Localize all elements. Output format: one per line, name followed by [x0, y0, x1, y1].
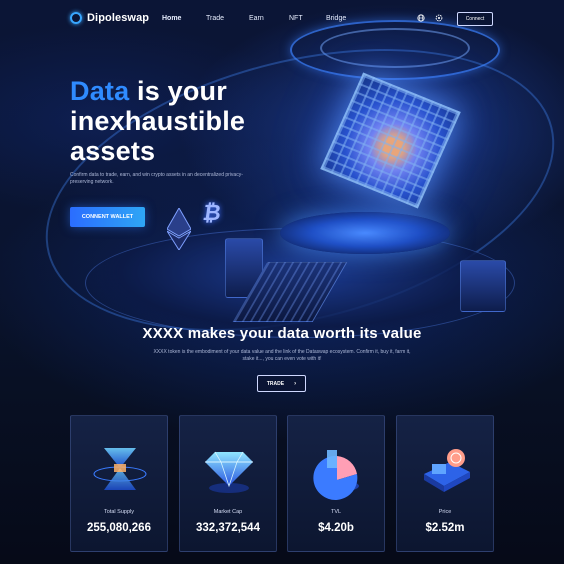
brand-logo[interactable]: Dipoleswap [70, 12, 149, 24]
hero-title-line3: assets [70, 136, 156, 166]
ring-logo-icon [70, 12, 82, 24]
section-subtitle: XXXX token is the embodiment of your dat… [153, 349, 411, 362]
stat-value: 255,080,266 [87, 522, 151, 534]
cube-pedestal-icon [280, 212, 450, 254]
trade-button-label: TRADE [266, 380, 285, 387]
tower-right-icon [460, 260, 506, 312]
nav-item-nft[interactable]: NFT [289, 15, 303, 22]
hero-subtitle: Confirm data to trade, earn, and win cry… [70, 172, 243, 185]
ethereum-icon [167, 208, 191, 250]
chevron-right-icon: › [294, 380, 297, 387]
stat-label: Price [438, 509, 452, 515]
nav-item-home[interactable]: Home [162, 15, 181, 22]
stat-label: Market Cap [213, 509, 243, 515]
section-title: XXXX makes your data worth its value [142, 325, 422, 342]
stat-card-tvl: TVL $4.20b [287, 415, 385, 552]
landing-page: ₿ Dipoleswap Home Trade Earn NFT Bridge … [0, 0, 564, 564]
connect-wallet-button[interactable]: CONNENT WALLET [70, 207, 145, 227]
pie-chart-icon [313, 450, 359, 500]
hero-title-line1: is your [129, 76, 227, 106]
nav-item-trade[interactable]: Trade [206, 15, 224, 22]
coin-stack-icon [424, 449, 470, 492]
trade-button[interactable]: TRADE › [257, 375, 306, 392]
globe-icon[interactable] [416, 13, 426, 23]
nav-item-bridge[interactable]: Bridge [326, 15, 346, 22]
stat-value: 332,372,544 [196, 522, 260, 534]
stat-label: Total Supply [104, 509, 134, 515]
brand-name: Dipoleswap [87, 12, 150, 24]
hero-title-line2: inexhaustible [70, 106, 246, 136]
stat-card-market-cap: Market Cap 332,372,544 [179, 415, 277, 552]
stat-label: TVL [330, 509, 342, 515]
hero-title-accent: Data [70, 76, 130, 106]
diamond-icon [205, 451, 253, 493]
hourglass-crystal-icon [93, 448, 147, 490]
bitcoin-icon: ₿ [201, 200, 223, 225]
top-nav: Dipoleswap Home Trade Earn NFT Bridge Co… [0, 0, 564, 38]
hero-title: Data is your inexhaustible assets [70, 76, 300, 166]
stat-card-price: Price $2.52m [396, 415, 494, 552]
stat-card-total-supply: Total Supply 255,080,266 [70, 415, 168, 552]
connect-button[interactable]: Connect [457, 12, 493, 26]
stat-value: $4.20b [318, 522, 354, 534]
stat-value: $2.52m [425, 522, 465, 534]
nav-item-earn[interactable]: Earn [249, 15, 264, 22]
settings-icon[interactable] [434, 13, 444, 23]
